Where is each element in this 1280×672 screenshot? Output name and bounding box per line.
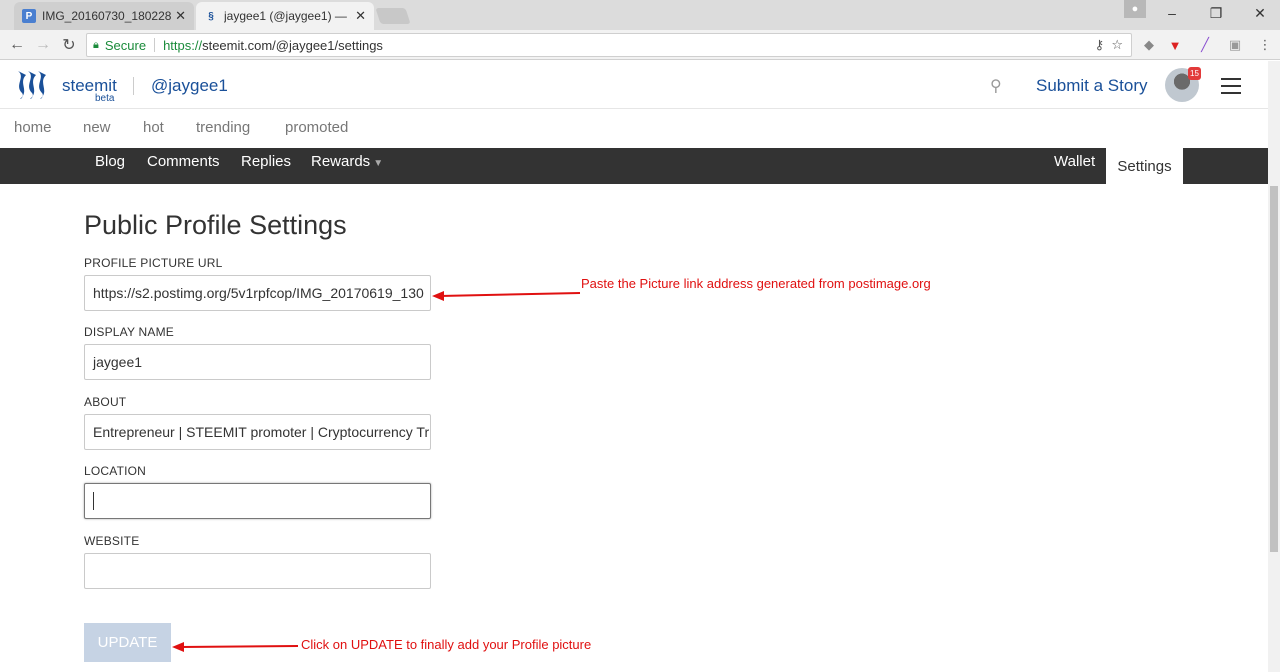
url-scheme: https:// <box>163 37 203 53</box>
forward-icon[interactable]: → <box>32 34 54 56</box>
extension-cube-icon[interactable]: ◆ <box>1140 36 1158 54</box>
divider <box>133 77 134 95</box>
tab-rewards-label: Rewards <box>311 153 371 170</box>
reload-icon[interactable]: ↻ <box>58 34 80 56</box>
postimage-favicon-icon: P <box>22 9 36 23</box>
picture-annotation: Paste the Picture link address generated… <box>581 276 931 291</box>
tab-rewards[interactable]: Rewards ▼ <box>311 153 383 170</box>
close-icon[interactable]: ✕ <box>355 8 366 24</box>
back-icon[interactable]: ← <box>6 34 28 56</box>
annotation-arrow-update <box>172 642 299 652</box>
url-path: steemit.com/@jaygee1/settings <box>202 37 383 53</box>
nav-home[interactable]: home <box>14 119 52 136</box>
divider <box>154 38 156 52</box>
secure-label: Secure <box>104 37 147 53</box>
tab-replies[interactable]: Replies <box>241 153 291 170</box>
minimize-icon[interactable]: – <box>1152 0 1192 26</box>
restore-icon[interactable]: ❐ <box>1196 0 1236 26</box>
topic-nav: home new hot trending promoted <box>0 110 1280 148</box>
close-icon[interactable]: ✕ <box>175 8 186 24</box>
tab-title: IMG_20160730_180228 - <box>42 9 172 23</box>
scrollbar-thumb[interactable] <box>1270 186 1278 552</box>
browser-tab-postimage[interactable]: P IMG_20160730_180228 - ✕ <box>14 2 194 30</box>
update-button[interactable]: UPDATE <box>84 623 171 662</box>
website-input[interactable] <box>84 553 431 589</box>
user-handle[interactable]: @jaygee1 <box>151 76 228 96</box>
submit-story-link[interactable]: Submit a Story <box>1036 76 1148 96</box>
tab-wallet[interactable]: Wallet <box>1054 153 1095 170</box>
lock-icon: 🔒︎ <box>93 38 99 51</box>
page-title: Public Profile Settings <box>84 210 347 240</box>
display-name-input[interactable]: jaygee1 <box>84 344 431 380</box>
extension-feather-icon[interactable]: ╱ <box>1196 36 1214 54</box>
menu-dots-icon[interactable]: ⋮ <box>1256 36 1274 54</box>
caret-down-icon: ▼ <box>373 158 384 169</box>
nav-promoted[interactable]: promoted <box>285 119 348 136</box>
extension-pdf-icon[interactable]: ▣ <box>1226 36 1244 54</box>
display-name-label: DISPLAY NAME <box>84 325 174 339</box>
about-label: ABOUT <box>84 395 127 409</box>
nav-new[interactable]: new <box>83 119 111 136</box>
tab-comments[interactable]: Comments <box>147 153 220 170</box>
browser-tab-steemit[interactable]: § jaygee1 (@jaygee1) — St ✕ <box>196 2 374 30</box>
url-input[interactable]: 🔒︎ Secure https:// steemit.com/@jaygee1/… <box>86 33 1132 57</box>
tab-settings[interactable]: Settings <box>1106 148 1183 184</box>
window-close-icon[interactable]: ✕ <box>1240 0 1280 26</box>
profile-icon[interactable]: ● <box>1124 0 1146 18</box>
annotation-arrow-picture <box>432 291 581 301</box>
about-input[interactable]: Entrepreneur | STEEMIT promoter | Crypto… <box>84 414 431 450</box>
extension-shield-icon[interactable]: ▼ <box>1166 36 1184 54</box>
notification-badge: 15 <box>1188 67 1201 80</box>
steemit-logo-icon[interactable] <box>14 69 48 101</box>
new-tab-button[interactable] <box>375 8 411 24</box>
location-input[interactable] <box>84 483 431 519</box>
steemit-favicon-icon: § <box>208 10 214 22</box>
picture-url-input[interactable]: https://s2.postimg.org/5v1rpfcop/IMG_201… <box>84 275 431 311</box>
profile-nav: Blog Comments Replies Rewards ▼ Wallet Se… <box>0 148 1268 184</box>
hamburger-menu-icon[interactable] <box>1221 78 1241 94</box>
website-label: WEBSITE <box>84 534 140 548</box>
site-header: steemit beta @jaygee1 ⚲ Submit a Story 1… <box>0 61 1280 109</box>
location-label: LOCATION <box>84 464 147 478</box>
tab-blog[interactable]: Blog <box>95 153 125 170</box>
tab-title: jaygee1 (@jaygee1) — St <box>224 9 352 23</box>
search-icon[interactable]: ⚲ <box>990 76 1002 96</box>
nav-trending[interactable]: trending <box>196 119 250 136</box>
browser-tab-bar: P IMG_20160730_180228 - ✕ § jaygee1 (@ja… <box>0 0 1280 30</box>
text-cursor <box>93 492 94 510</box>
key-star-icons[interactable]: ⚷ ☆ <box>1095 37 1123 53</box>
update-annotation: Click on UPDATE to finally add your Prof… <box>301 637 592 652</box>
beta-label: beta <box>95 93 115 104</box>
picture-url-label: PROFILE PICTURE URL <box>84 256 223 270</box>
nav-hot[interactable]: hot <box>143 119 164 136</box>
address-bar: ← → ↻ 🔒︎ Secure https:// steemit.com/@ja… <box>0 30 1280 60</box>
